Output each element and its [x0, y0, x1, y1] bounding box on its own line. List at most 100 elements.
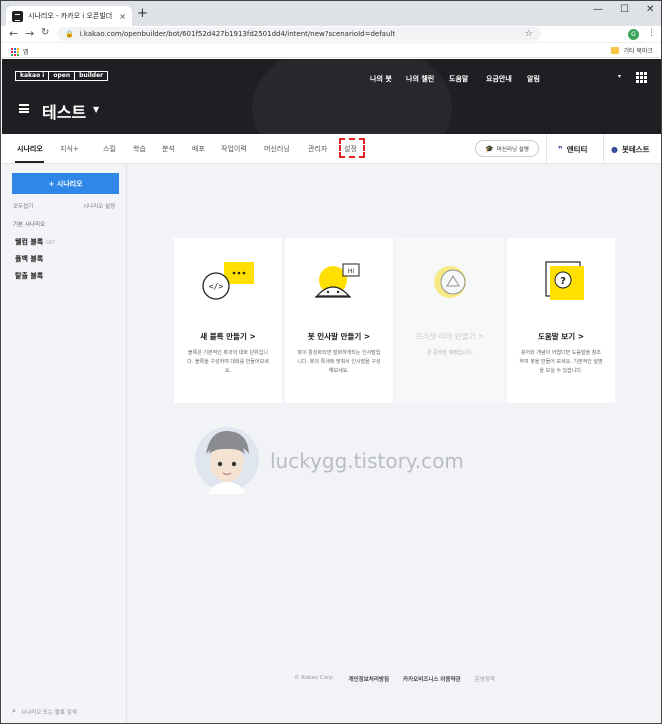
header-decoration — [252, 59, 452, 134]
tab-machine-learning[interactable]: 머신러닝 — [264, 144, 290, 154]
graduation-cap-icon: 🎓 — [485, 144, 494, 153]
card-description: 용어와 개념이 어렵다면 도움말을 참조하여 봇을 만들어 보세요. 기본적인 … — [519, 350, 603, 374]
account-caret-icon[interactable]: ▾ — [618, 73, 621, 80]
sidebar-item-escape[interactable]: 탈출 블록 — [15, 271, 43, 281]
bot-icon: ● — [611, 145, 618, 154]
folder-icon — [611, 47, 620, 54]
tab-title: 시나리오 - 카카오 i 오픈빌더 — [28, 12, 113, 20]
add-scenario-button[interactable]: + 시나리오 — [12, 173, 119, 194]
browser-window: 시나리오 - 카카오 i 오픈빌더 × + — ☐ ✕ ← → ↻ 🔒 i.ka… — [0, 0, 662, 724]
hamburger-menu-icon[interactable] — [19, 104, 29, 113]
off-badge: OFF — [46, 241, 55, 246]
nav-pricing[interactable]: 요금안내 — [486, 74, 512, 84]
app-header: kakao i open builder 나의 봇 나의 챌린 도움말 요금안내… — [2, 59, 661, 134]
entity-label: 엔티티 — [566, 145, 588, 154]
tab-knowledge[interactable]: 지식+ — [60, 144, 79, 154]
sidebar-item-label: 폴백 블록 — [15, 255, 44, 263]
sidebar-item-fallback[interactable]: 폴백 블록 — [15, 254, 43, 264]
nav-my-challenge[interactable]: 나의 챌린 — [406, 74, 434, 84]
logo-part: kakao i — [20, 72, 45, 79]
profile-avatar[interactable]: G — [628, 29, 639, 40]
tab-learning[interactable]: 학습 — [133, 144, 146, 154]
divider — [546, 134, 547, 164]
sub-navigation: 시나리오 지식+ 스킬 학습 분석 배포 작업이력 머신러닝 관리자 설정 🎓 … — [2, 134, 661, 164]
tab-strip: 시나리오 - 카카오 i 오픈빌더 × + — ☐ ✕ — [1, 1, 661, 26]
card-description: 봇이 활성화되면 발화하게되는 인사말입니다. 봇의 특색에 맞춰서 인사말을 … — [297, 350, 381, 374]
entity-button[interactable]: ❞ 엔티티 — [558, 144, 587, 155]
nav-help[interactable]: 도움말 — [449, 74, 468, 84]
sidebar-item-welcome[interactable]: 웰컴 블록 OFF — [15, 237, 55, 247]
other-bookmarks-label: 기타 북마크 — [623, 48, 653, 55]
main-content: </> 새 블록 만들기 > 블록은 기본적인 봇과의 대화 단위입니다. 블록… — [127, 164, 661, 723]
scenario-search[interactable]: ⌕ 시나리오 또는 블록 검색 — [12, 707, 77, 716]
card-title: 봇 인사말 만들기 > — [307, 332, 371, 341]
bot-greeting-icon: Hi — [315, 263, 360, 298]
browser-tab[interactable]: 시나리오 - 카카오 i 오픈빌더 × — [6, 6, 132, 26]
svg-text:?: ? — [560, 276, 566, 287]
close-window-button[interactable]: ✕ — [646, 4, 654, 15]
scenario-group-title[interactable]: 기본 시나리오 — [13, 220, 45, 228]
maximize-button[interactable]: ☐ — [620, 4, 629, 15]
policy-link[interactable]: 운영정책 — [475, 675, 495, 683]
bookmark-star-icon[interactable]: ☆ — [525, 29, 533, 39]
highlight-box — [339, 138, 365, 158]
bot-title[interactable]: 테스트 — [42, 99, 86, 123]
other-bookmarks[interactable]: 기타 북마크 — [611, 46, 653, 55]
quote-icon: ❞ — [558, 145, 563, 154]
bookmarks-bar: 앱 기타 북마크 — [1, 44, 661, 58]
card-greeting[interactable]: Hi 봇 인사말 만들기 > 봇이 활성화되면 발화하게되는 인사말입니다. 봇… — [285, 238, 393, 403]
help-question-icon: ? — [545, 261, 584, 300]
kakao-favicon-icon — [12, 10, 23, 22]
apps-label[interactable]: 앱 — [23, 47, 29, 56]
nav-notifications[interactable]: 알림 — [527, 74, 540, 84]
forward-icon[interactable]: → — [25, 27, 34, 40]
scenario-sidebar: + 시나리오 모두접기 시나리오 설정 기본 시나리오 웰컴 블록 OFF 폴백 … — [2, 164, 127, 723]
tab-admin[interactable]: 관리자 — [308, 144, 327, 154]
sidebar-item-label: 웰컴 블록 — [15, 238, 44, 246]
reload-icon[interactable]: ↻ — [41, 27, 49, 38]
card-title: 프리셋 따라 만들기 > — [415, 332, 485, 341]
triangle-circle-icon — [434, 266, 466, 298]
address-bar[interactable]: 🔒 i.kakao.com/openbuilder/bot/601f52d427… — [57, 27, 541, 41]
bot-test-button[interactable]: ● 봇테스트 — [611, 144, 650, 155]
terms-link[interactable]: 카카오비즈니스 이용약관 — [403, 675, 461, 683]
collapse-all-link[interactable]: 모두접기 — [13, 202, 33, 210]
kakao-openbuilder-logo[interactable]: kakao i open builder — [15, 71, 109, 81]
tab-close-icon[interactable]: × — [119, 12, 126, 21]
card-help[interactable]: ? 도움말 보기 > 용어와 개념이 어렵다면 도움말을 참조하여 봇을 만들어… — [507, 238, 615, 403]
tab-analysis[interactable]: 분석 — [162, 144, 175, 154]
svg-text:Hi: Hi — [348, 268, 355, 275]
footer: © Kakao Corp. 개인정보처리방침 카카오비즈니스 이용약관 운영정책 — [127, 675, 661, 683]
tab-history[interactable]: 작업이력 — [221, 144, 247, 154]
watermark-avatar — [195, 427, 259, 494]
active-tab-underline — [15, 161, 44, 163]
menu-kebab-icon[interactable]: ⋮ — [647, 28, 656, 38]
apps-grid-icon[interactable] — [10, 47, 19, 56]
new-tab-button[interactable]: + — [137, 7, 148, 21]
chat-code-icon: </> — [202, 262, 254, 300]
tab-deploy[interactable]: 배포 — [192, 144, 205, 154]
card-title: 새 블록 만들기 > — [200, 332, 256, 341]
address-bar-row: ← → ↻ 🔒 i.kakao.com/openbuilder/bot/601f… — [1, 26, 661, 43]
card-description: 블록은 기본적인 봇과의 대화 단위입니다. 블록을 구성하여 대화를 만들어보… — [187, 350, 269, 374]
card-new-block[interactable]: </> 새 블록 만들기 > 블록은 기본적인 봇과의 대화 단위입니다. 블록… — [174, 238, 282, 403]
scenario-settings-link[interactable]: 시나리오 설정 — [83, 202, 115, 210]
bot-test-label: 봇테스트 — [621, 145, 650, 154]
tab-skill[interactable]: 스킬 — [103, 144, 116, 154]
watermark-text: luckygg.tistory.com — [270, 449, 464, 473]
minimize-button[interactable]: — — [593, 4, 603, 15]
url-text: i.kakao.com/openbuilder/bot/601f52d427b1… — [79, 30, 396, 38]
logo-part: open — [48, 72, 74, 80]
svg-text:</>: </> — [209, 282, 224, 291]
privacy-link[interactable]: 개인정보처리방침 — [349, 675, 389, 683]
card-preset: 프리셋 따라 만들기 > 곧 준비될 예정입니다. — [396, 238, 504, 403]
back-icon[interactable]: ← — [9, 27, 18, 40]
ml-explain-label: 머신러닝 설명 — [496, 146, 529, 153]
search-placeholder: 시나리오 또는 블록 검색 — [20, 709, 77, 716]
app-grid-icon[interactable] — [636, 72, 647, 83]
ml-explain-button[interactable]: 🎓 머신러닝 설명 — [475, 140, 539, 157]
nav-my-bot[interactable]: 나의 봇 — [370, 74, 392, 84]
bot-select-caret-icon[interactable]: ▼ — [93, 105, 99, 114]
sidebar-item-label: 탈출 블록 — [15, 272, 44, 280]
tab-scenario[interactable]: 시나리오 — [17, 144, 43, 154]
